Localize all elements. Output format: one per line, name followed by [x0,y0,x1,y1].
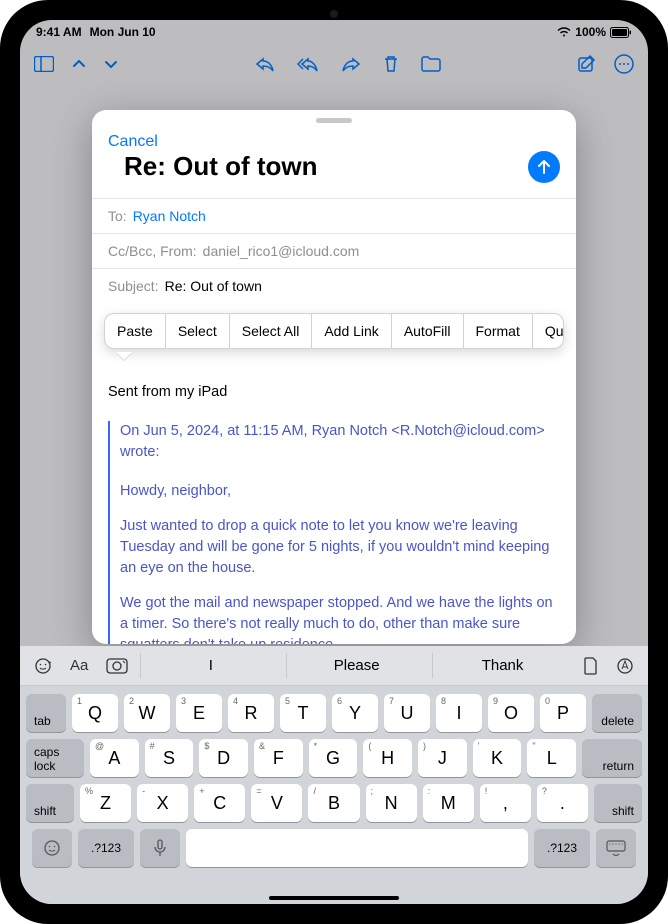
ctx-add-link[interactable]: Add Link [312,314,391,348]
quote-line: Just wanted to drop a quick note to let … [120,516,560,579]
suggestion-2[interactable]: Please [286,653,426,678]
key-x[interactable]: X- [137,784,188,822]
key-p[interactable]: P0 [540,694,586,732]
key-z[interactable]: Z% [80,784,131,822]
key-space[interactable] [186,829,528,867]
to-label: To: [108,208,127,224]
key-s[interactable]: S# [145,739,194,777]
key-c[interactable]: C+ [194,784,245,822]
ctx-paste[interactable]: Paste [105,314,166,348]
key-j[interactable]: J) [418,739,467,777]
key-emoji[interactable] [32,829,72,867]
key-k[interactable]: K' [473,739,522,777]
message-body[interactable]: Sent from my iPad On Jun 5, 2024, at 11:… [92,360,576,644]
quoted-block: On Jun 5, 2024, at 11:15 AM, Ryan Notch … [108,421,560,644]
document-icon[interactable] [578,657,604,675]
keyboard: Aa I Please Thank tab Q1W2E3R4T5Y6U7I8O9… [20,646,648,904]
ctx-select-all[interactable]: Select All [230,314,313,348]
subject-label: Subject: [108,278,159,294]
signature: Sent from my iPad [108,382,560,403]
ctx-quote-level[interactable]: Quote Level [533,314,564,348]
quote-line: Howdy, neighbor, [120,481,560,502]
key-y[interactable]: Y6 [332,694,378,732]
autofill-icon[interactable] [610,657,640,675]
ccbcc-label: Cc/Bcc, From: [108,243,197,259]
ctx-autofill[interactable]: AutoFill [392,314,464,348]
key-q[interactable]: Q1 [72,694,118,732]
key-i[interactable]: I8 [436,694,482,732]
key-capslock[interactable]: caps lock [26,739,84,777]
key-l[interactable]: L" [527,739,576,777]
key-d[interactable]: D$ [199,739,248,777]
quote-line: We got the mail and newspaper stopped. A… [120,593,560,644]
key-delete[interactable]: delete [592,694,642,732]
key-tab[interactable]: tab [26,694,66,732]
ccbcc-field[interactable]: Cc/Bcc, From: daniel_rico1@icloud.com [92,233,576,268]
key-g[interactable]: G* [309,739,358,777]
key-u[interactable]: U7 [384,694,430,732]
key-a[interactable]: A@ [90,739,139,777]
compose-title: Re: Out of town [108,151,334,192]
suggestion-1[interactable]: I [140,653,280,678]
key-hide-keyboard[interactable] [596,829,636,867]
key-b[interactable]: B/ [308,784,359,822]
key-dictate[interactable] [140,829,180,867]
from-value: daniel_rico1@icloud.com [203,243,360,259]
key-h[interactable]: H( [363,739,412,777]
key-return[interactable]: return [582,739,642,777]
ctx-format[interactable]: Format [464,314,533,348]
key-w[interactable]: W2 [124,694,170,732]
quote-attribution: On Jun 5, 2024, at 11:15 AM, Ryan Notch … [120,421,560,463]
key-numbers-left[interactable]: .?123 [78,829,134,867]
key-o[interactable]: O9 [488,694,534,732]
to-field[interactable]: To: Ryan Notch [92,198,576,233]
key-n[interactable]: N; [366,784,417,822]
key-v[interactable]: V= [251,784,302,822]
scan-text-icon[interactable] [100,658,134,674]
cancel-button[interactable]: Cancel [108,133,334,151]
key-numbers-right[interactable]: .?123 [534,829,590,867]
keyboard-suggestion-bar: Aa I Please Thank [20,646,648,686]
key-e[interactable]: E3 [176,694,222,732]
key-m[interactable]: M: [423,784,474,822]
key-shift-left[interactable]: shift [26,784,74,822]
subject-value: Re: Out of town [165,278,262,294]
to-recipient[interactable]: Ryan Notch [133,208,206,224]
ctx-select[interactable]: Select [166,314,230,348]
key-r[interactable]: R4 [228,694,274,732]
edit-context-menu: Paste Select Select All Add Link AutoFil… [104,313,564,349]
ctx-pointer [116,352,132,360]
key-.[interactable]: .? [537,784,588,822]
text-format-icon[interactable]: Aa [64,657,94,674]
sticker-icon[interactable] [28,657,58,675]
home-indicator[interactable] [269,896,399,900]
compose-sheet: Cancel Re: Out of town To: Ryan Notch Cc… [92,110,576,644]
key-shift-right[interactable]: shift [594,784,642,822]
front-camera [330,10,338,18]
key-t[interactable]: T5 [280,694,326,732]
key-f[interactable]: F& [254,739,303,777]
send-button[interactable] [528,151,560,183]
subject-field[interactable]: Subject: Re: Out of town [92,268,576,303]
key-,[interactable]: ,! [480,784,531,822]
suggestion-3[interactable]: Thank [432,653,572,678]
